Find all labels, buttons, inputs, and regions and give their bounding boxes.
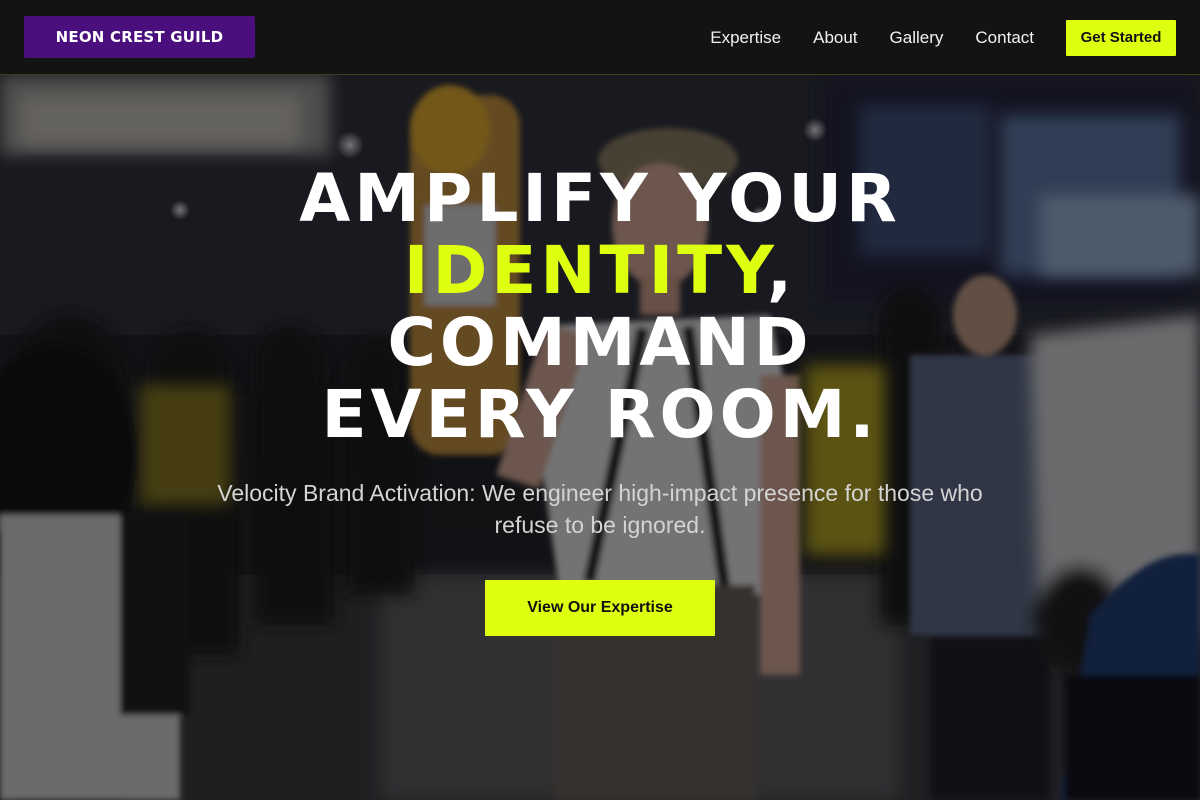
nav-link-gallery[interactable]: Gallery bbox=[890, 28, 944, 48]
headline-line-4: EVERY ROOM. bbox=[321, 376, 879, 453]
landing-page: NEON CREST GUILD Expertise About Gallery… bbox=[0, 0, 1200, 800]
nav-links: Expertise About Gallery Contact Get Star… bbox=[710, 0, 1176, 75]
headline-line-3: COMMAND bbox=[387, 304, 813, 381]
hero-section: AMPLIFY YOUR IDENTITY, COMMAND EVERY ROO… bbox=[0, 75, 1200, 800]
get-started-button[interactable]: Get Started bbox=[1066, 19, 1176, 56]
nav-link-expertise[interactable]: Expertise bbox=[710, 28, 781, 48]
brand-logo[interactable]: NEON CREST GUILD bbox=[24, 16, 255, 58]
nav-link-contact[interactable]: Contact bbox=[975, 28, 1034, 48]
headline-line-2: IDENTITY, bbox=[0, 235, 1200, 307]
hero-headline: AMPLIFY YOUR IDENTITY, COMMAND EVERY ROO… bbox=[0, 163, 1200, 451]
headline-accent-word: IDENTITY bbox=[403, 232, 768, 309]
hero-subtitle: Velocity Brand Activation: We engineer h… bbox=[217, 480, 983, 538]
headline-line-1: AMPLIFY YOUR bbox=[299, 160, 901, 237]
top-navbar: NEON CREST GUILD Expertise About Gallery… bbox=[0, 0, 1200, 75]
view-our-expertise-button[interactable]: View Our Expertise bbox=[485, 580, 715, 636]
nav-link-about[interactable]: About bbox=[813, 28, 857, 48]
headline-comma: , bbox=[767, 232, 797, 309]
